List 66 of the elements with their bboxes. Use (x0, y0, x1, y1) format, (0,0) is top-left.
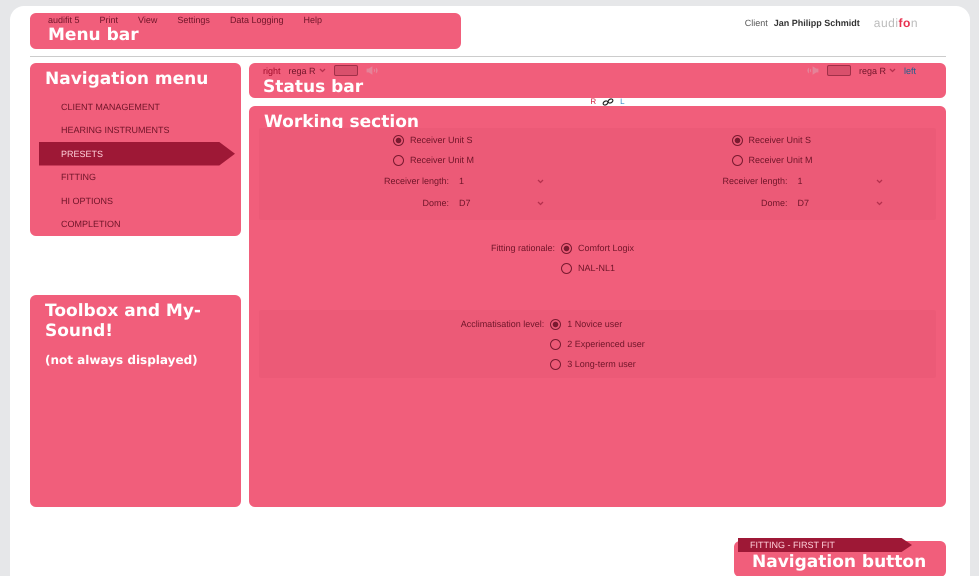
field-label: Fitting rationale: (490, 242, 555, 255)
device-select[interactable]: rega R (858, 66, 896, 76)
annotation-label: Menu bar (48, 25, 140, 45)
menu-item[interactable]: Help (303, 15, 322, 25)
logo: audifon (874, 16, 918, 30)
radio-button[interactable] (393, 134, 404, 146)
side-label: R (590, 98, 596, 106)
menu-item[interactable]: Data Logging (230, 15, 284, 25)
field-label: Receiver length: (721, 176, 788, 186)
chevron-icon (318, 68, 326, 73)
nav-item[interactable]: CLIENT MANAGEMENT (39, 95, 235, 118)
radio-label: Receiver Unit M (410, 155, 474, 165)
menu-item[interactable]: audifit 5 (48, 15, 80, 25)
radio-button[interactable] (732, 154, 742, 166)
radio-label: NAL-NL1 (578, 263, 615, 273)
annotation-label: Navigation button (751, 552, 928, 572)
menu-item[interactable]: Print (100, 15, 118, 25)
menu-item[interactable]: View (138, 15, 158, 25)
dropdown[interactable]: D7 (798, 198, 882, 208)
nav-item[interactable]: PRESETS (39, 142, 235, 166)
radio-label: Receiver Unit S (410, 135, 473, 145)
radio-button[interactable] (550, 358, 562, 370)
side-label: L (620, 98, 625, 106)
nav-item[interactable]: FITTING (39, 166, 235, 189)
radio-label: Comfort Logix (578, 243, 634, 253)
link-icon[interactable] (602, 98, 614, 106)
radio-label: Receiver Unit S (748, 135, 812, 145)
radio-button[interactable] (393, 154, 404, 166)
next-step-button[interactable]: FITTING - FIRST FIT (738, 538, 912, 552)
client-label: Client (744, 18, 768, 28)
chevron-icon (537, 178, 544, 184)
device-indicator (334, 65, 358, 76)
field-label: Dome: (760, 198, 788, 208)
annotation-note: (not always displayed) (45, 353, 199, 367)
nav-item[interactable]: HEARING INSTRUMENTS (39, 118, 235, 142)
device-indicator (826, 65, 851, 76)
radio-label: 1 Novice user (567, 319, 622, 329)
nav-item[interactable]: HI OPTIONS (39, 189, 235, 212)
chevron-icon (876, 178, 882, 184)
radio-button[interactable] (732, 134, 742, 146)
side-label: left (904, 66, 916, 76)
radio-button[interactable] (550, 318, 562, 330)
chevron-icon (876, 200, 882, 206)
field-label: Receiver length: (382, 176, 449, 186)
radio-button[interactable] (550, 338, 562, 350)
dropdown[interactable]: D7 (459, 198, 544, 208)
radio-button[interactable] (560, 262, 572, 274)
nav-item[interactable]: COMPLETION (39, 212, 235, 236)
radio-button[interactable] (560, 242, 572, 254)
annotation-label: Navigation menu (44, 69, 210, 89)
annotation-label: Working section (264, 112, 420, 132)
dropdown[interactable]: 1 (459, 176, 544, 186)
menu-item[interactable]: Settings (177, 15, 210, 25)
client-name: Jan Philipp Schmidt (774, 18, 860, 28)
side-label: right (263, 66, 281, 76)
device-select[interactable]: rega R (288, 66, 326, 76)
annotation-label: Status bar (263, 77, 364, 97)
dropdown[interactable]: 1 (798, 176, 882, 186)
radio-label: 3 Long-term user (567, 359, 636, 369)
annotation-label: Toolbox and My-Sound! (45, 301, 202, 341)
radio-label: Receiver Unit M (748, 155, 813, 165)
chevron-icon (888, 68, 896, 73)
field-label: Acclimatisation level: (460, 318, 544, 331)
chevron-icon (537, 200, 544, 206)
radio-label: 2 Experienced user (567, 339, 645, 349)
field-label: Dome: (421, 198, 449, 208)
